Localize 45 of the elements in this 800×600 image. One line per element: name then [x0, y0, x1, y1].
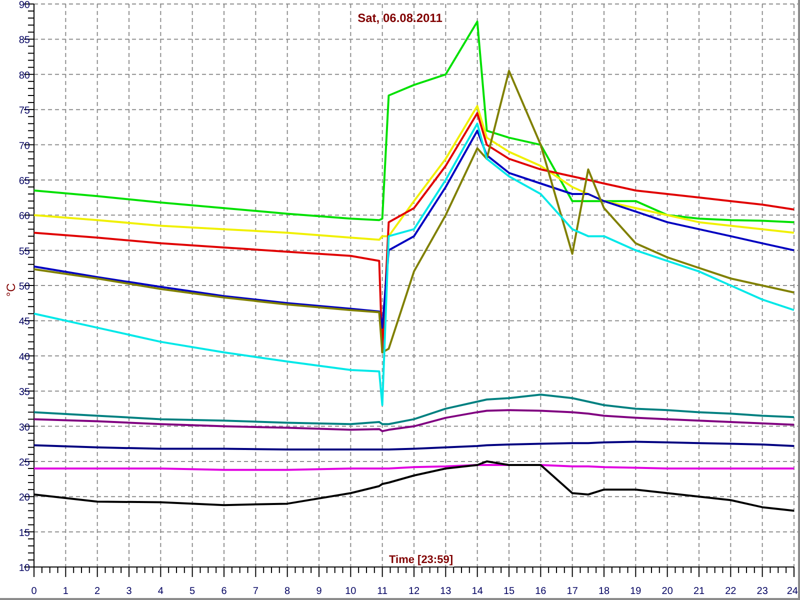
tick-label: 30 [18, 422, 30, 434]
tick-label: 65 [18, 176, 30, 187]
tick-label: 23 [756, 586, 768, 597]
tick-label: 11 [377, 586, 388, 597]
tick-label: 9 [316, 586, 322, 597]
tick-label: 80 [18, 70, 30, 82]
tick-label: 90 [18, 0, 30, 11]
tick-label: 12 [408, 586, 420, 597]
tick-label: 50 [18, 282, 30, 292]
tick-label: 7 [252, 586, 258, 597]
tick-label: 22 [725, 586, 736, 597]
tick-label: 10 [345, 586, 356, 597]
tick-label: 8 [284, 586, 290, 597]
tick-label: 16 [535, 586, 546, 597]
tick-label: 6 [221, 586, 227, 597]
tick-label: 5 [190, 586, 196, 597]
tick-label: 45 [18, 316, 30, 328]
tick-label: 1 [62, 586, 68, 597]
tick-label: 0 [31, 586, 37, 597]
tick-label: 2 [94, 586, 100, 597]
tick-label: 4 [158, 586, 164, 597]
y-axis-label: °C [4, 283, 18, 297]
tick-label: 55 [18, 246, 30, 258]
tick-label: 75 [18, 106, 30, 117]
tick-label: 10 [18, 563, 30, 574]
tick-label: 20 [18, 492, 30, 504]
tick-label: 35 [18, 387, 30, 398]
tick-label: 14 [472, 586, 483, 597]
tick-label: 17 [566, 586, 578, 597]
tick-label: 3 [126, 586, 132, 597]
tick-label: 40 [18, 352, 30, 363]
tick-label: 15 [503, 586, 515, 597]
chart-title: Sat, 06.08.2011 [358, 11, 442, 25]
tick-label: 24 [786, 586, 798, 597]
tick-label: 85 [18, 35, 30, 46]
tick-label: 60 [18, 211, 30, 222]
tick-label: 13 [440, 586, 452, 597]
tick-label: 19 [630, 586, 642, 597]
x-axis-label: Time [23:59] [389, 554, 453, 566]
tick-label: 15 [18, 528, 30, 539]
tick-label: 21 [693, 586, 705, 597]
tick-label: 20 [662, 586, 673, 597]
tick-label: 70 [18, 140, 30, 152]
tick-label: 25 [18, 457, 30, 468]
tick-label: 18 [598, 586, 610, 597]
